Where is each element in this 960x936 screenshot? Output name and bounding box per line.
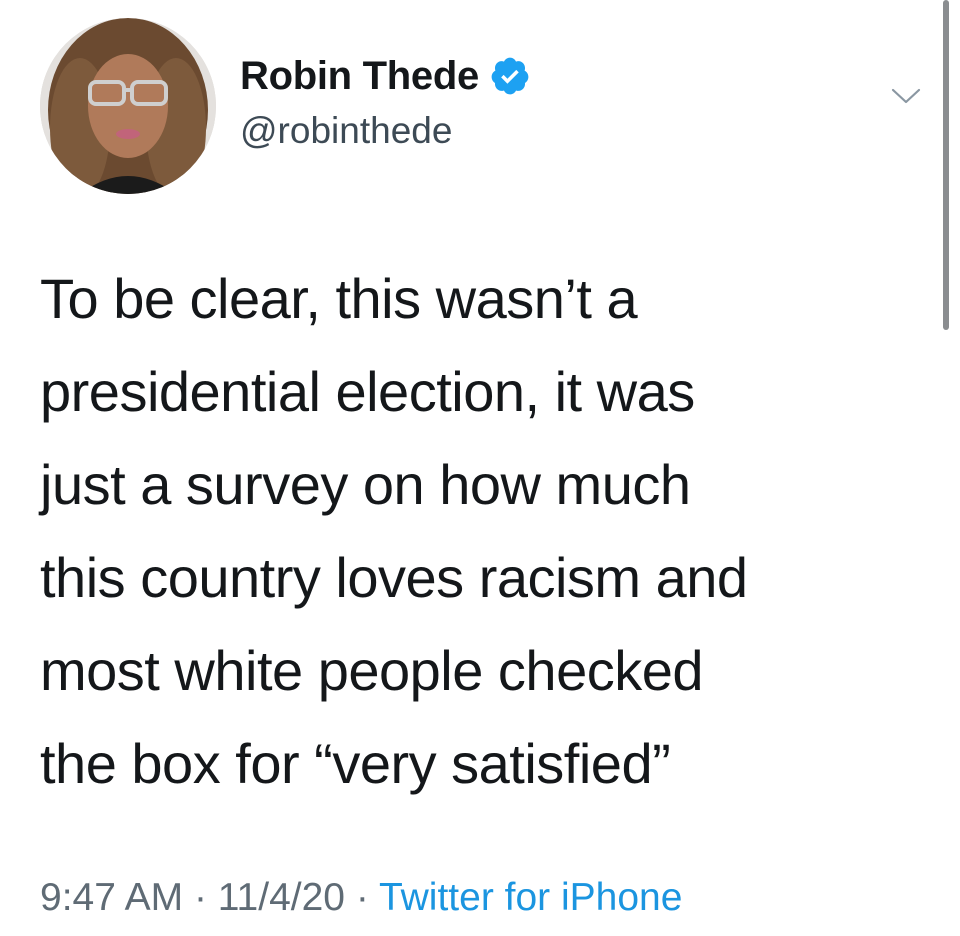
tweet-card: Robin Thede @robinthede To be clear, thi… (0, 0, 960, 936)
verified-badge-icon (489, 55, 531, 97)
meta-separator: · (355, 876, 379, 919)
tweet-text-line: To be clear, this wasn’t a (40, 267, 638, 330)
author-block[interactable]: Robin Thede @robinthede (240, 52, 531, 152)
tweet-text-line: most white people checked (40, 639, 704, 702)
name-row: Robin Thede (240, 52, 531, 100)
tweet-text-line: this country loves racism and (40, 546, 748, 609)
chevron-down-icon[interactable] (890, 86, 922, 106)
scrollbar[interactable] (943, 0, 949, 330)
avatar[interactable] (40, 18, 216, 194)
tweet-text: To be clear, this wasn’t a presidential … (40, 252, 920, 810)
profile-photo-icon (40, 18, 216, 194)
tweet-text-line: the box for “very satisfied” (40, 732, 671, 795)
meta-separator: · (193, 876, 218, 919)
tweet-date[interactable]: 11/4/20 (218, 876, 345, 919)
tweet-text-line: presidential election, it was (40, 360, 695, 423)
tweet-meta: 9:47 AM · 11/4/20 · Twitter for iPhone (40, 876, 682, 920)
tweet-source-link[interactable]: Twitter for iPhone (379, 876, 682, 919)
display-name[interactable]: Robin Thede (240, 54, 479, 99)
tweet-time[interactable]: 9:47 AM (40, 876, 183, 919)
tweet-text-line: just a survey on how much (40, 453, 691, 516)
author-handle[interactable]: @robinthede (240, 110, 531, 152)
